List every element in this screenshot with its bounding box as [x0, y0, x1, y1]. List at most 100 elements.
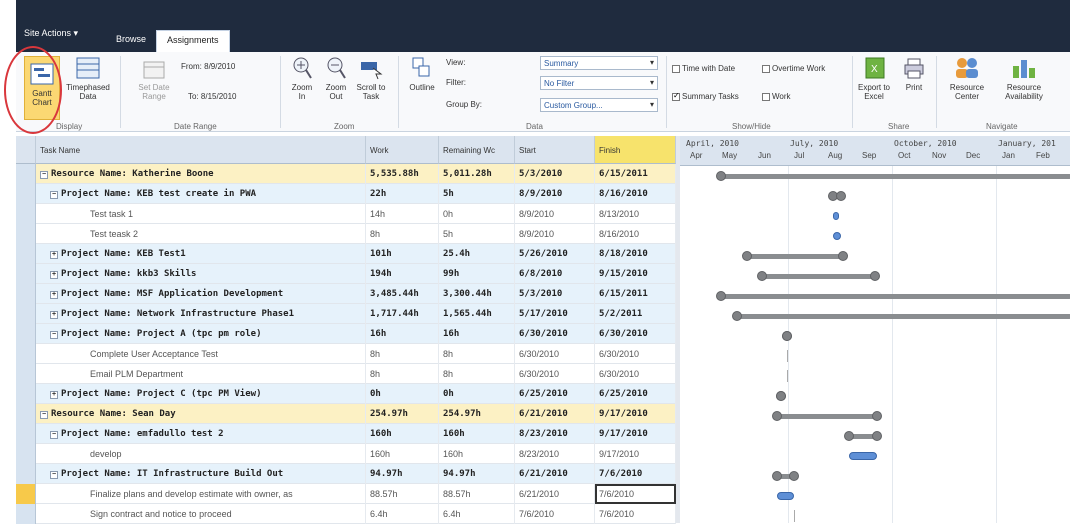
cell-remaining[interactable]: 3,300.44h	[439, 284, 515, 304]
cell-remaining[interactable]: 8h	[439, 344, 515, 364]
project-group-row[interactable]: − Project Name: Project A (tpc pm role) 16…	[16, 324, 676, 344]
cell-name[interactable]: Email PLM Department	[36, 364, 366, 384]
summary-tasks-toggle[interactable]: Summary Tasks	[672, 91, 739, 101]
cell-finish[interactable]: 6/30/2010	[595, 324, 676, 344]
cell-name[interactable]: Finalize plans and develop estimate with…	[36, 484, 366, 504]
column-header-start[interactable]: Start	[515, 136, 595, 164]
gantt-task-bar[interactable]	[832, 232, 841, 240]
cell-finish[interactable]: 6/25/2010	[595, 384, 676, 404]
export-excel-button[interactable]: X Export to Excel	[854, 56, 894, 101]
project-group-row[interactable]: − Project Name: KEB test create in PWA 22h…	[16, 184, 676, 204]
cell-name[interactable]: + Project Name: MSF Application Developme…	[36, 284, 366, 304]
from-value[interactable]: 8/9/2010	[204, 62, 235, 71]
gantt-milestone[interactable]	[786, 350, 788, 362]
project-group-row[interactable]: − Project Name: IT Infrastructure Build O…	[16, 464, 676, 484]
cell-finish[interactable]: 5/2/2011	[595, 304, 676, 324]
cell-finish[interactable]: 6/15/2011	[595, 284, 676, 304]
cell-start[interactable]: 6/30/2010	[515, 364, 595, 384]
row-selector[interactable]	[16, 444, 36, 464]
task-row[interactable]: Email PLM Department 8h 8h 6/30/2010 6/30/20…	[16, 364, 676, 384]
cell-name[interactable]: − Project Name: IT Infrastructure Build O…	[36, 464, 366, 484]
cell-work[interactable]: 3,485.44h	[366, 284, 439, 304]
gantt-task-bar[interactable]	[776, 492, 794, 500]
collapse-icon[interactable]: −	[40, 171, 48, 179]
cell-finish[interactable]: 9/17/2010	[595, 404, 676, 424]
task-row[interactable]: Complete User Acceptance Test 8h 8h 6/30/20…	[16, 344, 676, 364]
cell-name[interactable]: + Project Name: Network Infrastructure Ph…	[36, 304, 366, 324]
cell-finish[interactable]: 8/16/2010	[595, 224, 676, 244]
task-row[interactable]: Sign contract and notice to proceed 6.4h 6…	[16, 504, 676, 524]
row-selector[interactable]	[16, 164, 36, 184]
cell-work[interactable]: 160h	[366, 424, 439, 444]
gantt-summary-bar[interactable]	[776, 414, 878, 419]
outline-button[interactable]: Outline	[404, 56, 440, 92]
site-actions-menu[interactable]: Site Actions ▾	[24, 28, 78, 39]
cell-name[interactable]: − Project Name: emfadullo test 2	[36, 424, 366, 444]
cell-remaining[interactable]: 0h	[439, 204, 515, 224]
cell-start[interactable]: 8/23/2010	[515, 424, 595, 444]
task-row[interactable]: Test task 1 14h 0h 8/9/2010 8/13/2010	[16, 204, 676, 224]
row-selector[interactable]	[16, 344, 36, 364]
cell-work[interactable]: 160h	[366, 444, 439, 464]
overtime-work-toggle[interactable]: Overtime Work	[762, 64, 825, 73]
resource-group-row[interactable]: − Resource Name: Katherine Boone 5,535.88h…	[16, 164, 676, 184]
cell-name[interactable]: − Project Name: KEB test create in PWA	[36, 184, 366, 204]
gantt-summary-bar[interactable]	[720, 294, 1070, 299]
row-selector[interactable]	[16, 384, 36, 404]
cell-name[interactable]: + Project Name: Project C (tpc PM View)	[36, 384, 366, 404]
expand-icon[interactable]: +	[50, 291, 58, 299]
cell-work[interactable]: 6.4h	[366, 504, 439, 524]
filter-select[interactable]: No Filter ▾	[540, 76, 658, 90]
row-selector[interactable]	[16, 224, 36, 244]
cell-start[interactable]: 8/9/2010	[515, 184, 595, 204]
cell-work[interactable]: 0h	[366, 384, 439, 404]
cell-remaining[interactable]: 5h	[439, 184, 515, 204]
cell-remaining[interactable]: 254.97h	[439, 404, 515, 424]
gantt-milestone[interactable]	[793, 510, 795, 522]
task-row[interactable]: Finalize plans and develop estimate with…	[16, 484, 676, 504]
timephased-data-button[interactable]: Timephased Data	[66, 56, 110, 101]
cell-work[interactable]: 8h	[366, 344, 439, 364]
cell-finish[interactable]: 7/6/2010	[595, 484, 676, 504]
cell-finish[interactable]: 8/16/2010	[595, 184, 676, 204]
cell-name[interactable]: + Project Name: KEB Test1	[36, 244, 366, 264]
resource-center-button[interactable]: Resource Center	[944, 56, 990, 101]
cell-finish[interactable]: 9/15/2010	[595, 264, 676, 284]
cell-start[interactable]: 6/21/2010	[515, 484, 595, 504]
cell-start[interactable]: 6/8/2010	[515, 264, 595, 284]
cell-remaining[interactable]: 94.97h	[439, 464, 515, 484]
project-group-row[interactable]: + Project Name: kkb3 Skills 194h 99h 6/8/201…	[16, 264, 676, 284]
project-group-row[interactable]: + Project Name: Project C (tpc PM View) 0h…	[16, 384, 676, 404]
row-selector[interactable]	[16, 464, 36, 484]
cell-work[interactable]: 94.97h	[366, 464, 439, 484]
project-group-row[interactable]: + Project Name: KEB Test1 101h 25.4h 5/26/20…	[16, 244, 676, 264]
project-group-row[interactable]: − Project Name: emfadullo test 2 160h 160h 8…	[16, 424, 676, 444]
project-group-row[interactable]: + Project Name: MSF Application Developme…	[16, 284, 676, 304]
cell-work[interactable]: 5,535.88h	[366, 164, 439, 184]
cell-remaining[interactable]: 99h	[439, 264, 515, 284]
cell-work[interactable]: 194h	[366, 264, 439, 284]
gantt-summary-bar[interactable]	[720, 174, 1070, 179]
cell-start[interactable]: 8/9/2010	[515, 204, 595, 224]
collapse-icon[interactable]: −	[40, 411, 48, 419]
cell-work[interactable]: 254.97h	[366, 404, 439, 424]
cell-finish[interactable]: 9/17/2010	[595, 424, 676, 444]
expand-icon[interactable]: +	[50, 391, 58, 399]
to-value[interactable]: 8/15/2010	[201, 92, 237, 101]
column-header-remaining-work[interactable]: Remaining Wc	[439, 136, 515, 164]
cell-start[interactable]: 7/6/2010	[515, 504, 595, 524]
gantt-milestone[interactable]	[786, 370, 788, 382]
work-toggle[interactable]: Work	[762, 92, 791, 101]
cell-finish[interactable]: 6/15/2011	[595, 164, 676, 184]
column-header-work[interactable]: Work	[366, 136, 439, 164]
cell-remaining[interactable]: 8h	[439, 364, 515, 384]
cell-work[interactable]: 22h	[366, 184, 439, 204]
cell-name[interactable]: Test teask 2	[36, 224, 366, 244]
cell-remaining[interactable]: 5,011.28h	[439, 164, 515, 184]
cell-finish[interactable]: 8/13/2010	[595, 204, 676, 224]
gantt-summary-bar[interactable]	[736, 314, 1070, 319]
cell-finish[interactable]: 6/30/2010	[595, 364, 676, 384]
row-selector[interactable]	[16, 484, 36, 504]
cell-work[interactable]: 101h	[366, 244, 439, 264]
gantt-task-bar[interactable]	[848, 452, 878, 460]
